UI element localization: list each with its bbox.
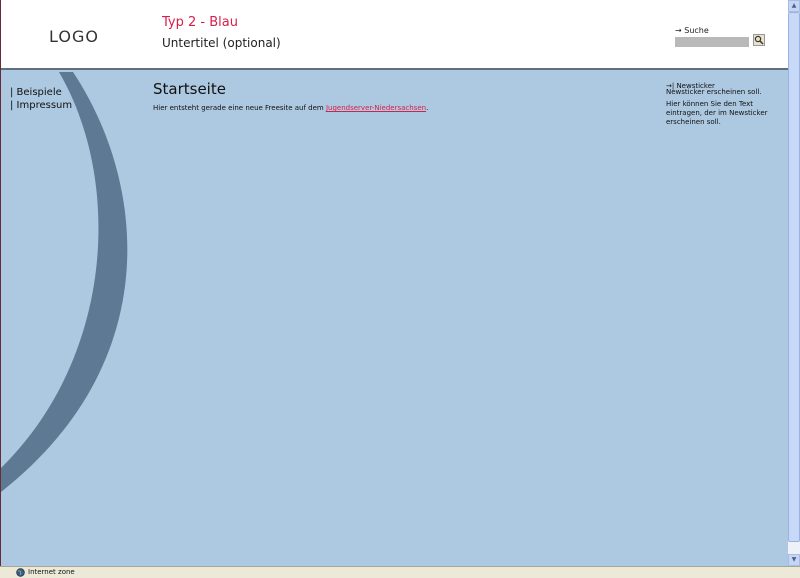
logo[interactable]: LOGO — [49, 27, 99, 46]
newsticker-body: Hier können Sie den Text eintragen, der … — [666, 100, 768, 126]
intro-text-after: . — [426, 104, 429, 112]
search-icon — [754, 35, 764, 45]
sidebar-item-impressum[interactable]: | Impressum — [10, 99, 72, 112]
status-bar: Internet zone — [0, 566, 800, 578]
intro-text-before: Hier entsteht gerade eine neue Freesite … — [153, 104, 326, 112]
newsticker: →| Newsticker Newsticker erscheinen soll… — [666, 82, 776, 127]
newsticker-scrolling-text: Newsticker erscheinen soll. — [666, 88, 762, 94]
globe-icon — [16, 568, 25, 577]
scroll-up-button[interactable]: ▲ — [788, 0, 800, 12]
vertical-scrollbar[interactable]: ▲ ▼ — [788, 0, 800, 566]
search-button[interactable] — [753, 34, 765, 46]
page-title: Startseite — [153, 80, 226, 98]
scroll-down-button[interactable]: ▼ — [788, 554, 800, 566]
page-header: LOGO Typ 2 - Blau Untertitel (optional) … — [1, 0, 788, 70]
scroll-thumb[interactable] — [788, 12, 800, 542]
search-label: → Suche — [675, 26, 709, 35]
browser-viewport: LOGO Typ 2 - Blau Untertitel (optional) … — [0, 0, 788, 566]
decorative-arc — [1, 72, 128, 492]
arrow-down-icon: ▼ — [791, 556, 797, 563]
intro-text: Hier entsteht gerade eine neue Freesite … — [153, 104, 428, 112]
site-title: Typ 2 - Blau — [162, 15, 238, 30]
status-zone-text: Internet zone — [28, 568, 75, 576]
search-input[interactable] — [675, 37, 749, 47]
arrow-up-icon: ▲ — [791, 2, 797, 9]
site-subtitle: Untertitel (optional) — [162, 36, 281, 50]
jugendserver-link[interactable]: Jugendserver-Niedersachsen — [326, 104, 426, 112]
main-content: Startseite Hier entsteht gerade eine neu… — [153, 80, 428, 112]
sidebar-nav: | Beispiele | Impressum — [10, 86, 72, 112]
sidebar-item-beispiele[interactable]: | Beispiele — [10, 86, 72, 99]
